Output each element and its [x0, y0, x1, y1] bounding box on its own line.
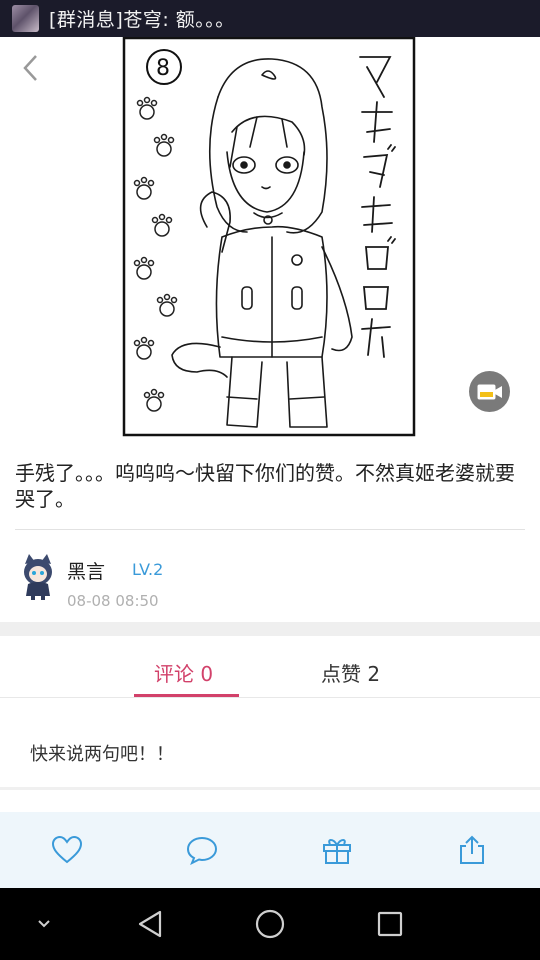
share-button[interactable]	[454, 832, 490, 868]
chevron-down-icon	[38, 920, 50, 928]
status-bar: [群消息]苍穹: 额。。。	[0, 0, 540, 37]
author-avatar[interactable]	[17, 552, 59, 600]
nav-recents-button[interactable]	[372, 906, 408, 942]
circle-home-icon	[255, 909, 285, 939]
navigation-bar	[0, 888, 540, 960]
tab-comments[interactable]: 评论 0	[154, 658, 213, 687]
divider	[0, 697, 540, 698]
notification-avatar	[12, 5, 39, 32]
speech-bubble-icon	[186, 836, 218, 865]
share-icon	[460, 835, 484, 864]
notification-text: [群消息]苍穹: 额。。。	[49, 9, 235, 31]
like-button[interactable]	[49, 832, 85, 868]
video-button[interactable]	[469, 371, 510, 412]
gift-icon	[323, 839, 351, 864]
svg-text:8: 8	[156, 56, 170, 81]
author-name[interactable]: 黑言	[67, 557, 105, 584]
post-timestamp: 08-08 08:50	[67, 592, 159, 610]
gift-button[interactable]	[319, 832, 355, 868]
triangle-back-icon	[138, 910, 162, 938]
tab-bar: 评论 0 点赞 2	[0, 636, 540, 697]
tab-likes[interactable]: 点赞 2	[321, 658, 380, 687]
comment-button[interactable]	[184, 832, 220, 868]
action-bar	[0, 812, 540, 888]
nav-home-button[interactable]	[252, 906, 288, 942]
author-level-badge: LV.2	[132, 560, 164, 579]
image-area: 8	[0, 37, 540, 440]
post-text: 手残了。。。呜呜呜～快留下你们的赞。不然真姬老婆就要哭了。	[15, 461, 515, 511]
back-arrow-icon	[23, 55, 37, 81]
section-separator	[0, 622, 540, 636]
comments-empty-hint: 快来说两句吧！！	[30, 744, 174, 765]
back-button[interactable]	[14, 51, 48, 85]
video-camera-icon	[477, 384, 502, 399]
nav-back-button[interactable]	[132, 906, 168, 942]
heart-icon	[51, 835, 83, 864]
nav-collapse-button[interactable]	[30, 906, 58, 942]
square-recents-icon	[377, 911, 403, 937]
divider	[15, 529, 525, 530]
post-artwork[interactable]: 8	[122, 37, 416, 437]
divider	[0, 787, 540, 790]
